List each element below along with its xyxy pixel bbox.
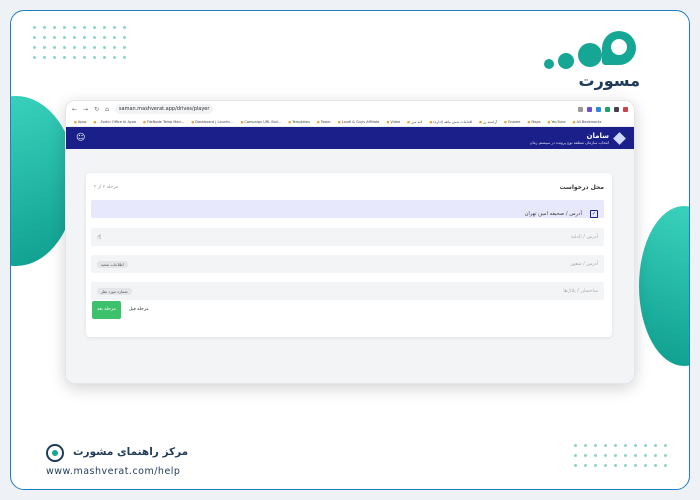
extension-icons xyxy=(578,106,628,112)
bookmark-item[interactable]: Maps xyxy=(527,120,540,124)
extension-icon[interactable] xyxy=(605,106,610,112)
bookmark-item[interactable]: Campaign URL Buil... xyxy=(241,120,281,124)
bookmark-item[interactable]: Gnome xyxy=(504,120,521,124)
bookmarks-bar: Apps ...Fortin Office bi Ayaa FileNode T… xyxy=(66,117,634,127)
extension-icon[interactable] xyxy=(596,106,601,112)
address-field-label: آدرس / شعور xyxy=(570,261,598,267)
mashverat-logo: مسورت xyxy=(544,31,664,91)
address-field-1[interactable]: ☝ آدرس / الدلیة xyxy=(91,228,604,246)
extension-icon[interactable] xyxy=(614,106,619,112)
bookmark-item[interactable]: Video xyxy=(386,120,400,124)
bookmark-item[interactable]: آراسته رز xyxy=(479,120,497,124)
reload-icon[interactable]: ↻ xyxy=(94,106,99,113)
previous-step-button[interactable]: مرحله قبل xyxy=(123,301,154,319)
back-icon[interactable]: ← xyxy=(72,106,77,113)
selected-address-label: آدرس / صحیفه امین تهران xyxy=(524,210,582,217)
headset-icon xyxy=(46,444,64,462)
bookmark-item[interactable]: Apps xyxy=(74,120,87,124)
app-title: سامان xyxy=(586,131,609,140)
profile-icon[interactable] xyxy=(623,106,628,112)
address-field-label: ساختمان / پلاک‌ها xyxy=(563,288,598,294)
card-title: محل درخواست xyxy=(559,183,604,191)
bookmark-item[interactable]: YouTube xyxy=(548,120,565,124)
star-icon[interactable] xyxy=(578,106,583,112)
help-center-url[interactable]: www.mashverat.com/help xyxy=(46,466,180,477)
app-header: ☺ سامان انتخاب سازمان منطقه نوع پرونده د… xyxy=(66,127,634,149)
hand-cursor-icon: ☝ xyxy=(97,233,102,241)
decor-dots-top-left xyxy=(33,26,126,59)
bookmark-item[interactable]: All Bookmarks xyxy=(573,120,601,124)
bookmark-item[interactable]: Tower xyxy=(317,120,331,124)
logo-text: مسورت xyxy=(578,71,640,90)
browser-window: ← → ↻ ⌂ saman.mashverat.app/drives/playe… xyxy=(65,100,635,384)
browser-toolbar: ← → ↻ ⌂ saman.mashverat.app/drives/playe… xyxy=(66,101,634,117)
decor-blob-right xyxy=(639,206,689,366)
bookmark-item[interactable]: Dashboard | Launhc... xyxy=(191,120,233,124)
help-center-title: مرکز راهنمای مشورت xyxy=(73,446,189,458)
bookmark-item[interactable]: Loudl & Guys Affiliate xyxy=(338,120,380,124)
app-subtitle: انتخاب سازمان منطقه نوع پرونده در سیستم … xyxy=(529,139,609,145)
step-indicator: مرحله ۲ از ۳ xyxy=(94,184,119,190)
decor-dots-bottom-right xyxy=(574,444,667,467)
main-content: مرحله ۲ از ۳ محل درخواست آدرس / صحیفه ام… xyxy=(66,149,634,383)
bookmark-item[interactable]: FileNode Temp Mari... xyxy=(143,120,184,124)
forward-icon[interactable]: → xyxy=(83,106,88,113)
number-badge[interactable]: شماره مورد نظر xyxy=(97,287,132,295)
user-icon[interactable]: ☺ xyxy=(76,133,85,143)
address-field-2[interactable]: اطلاعات شعبه آدرس / شعور xyxy=(91,255,604,273)
checkbox-checked-icon[interactable]: ✓ xyxy=(590,209,598,218)
bookmark-item[interactable]: ...Fortin Office bi Ayaa xyxy=(94,120,136,124)
address-field-3[interactable]: شماره مورد نظر ساختمان / پلاک‌ها xyxy=(91,282,604,300)
home-icon[interactable]: ⌂ xyxy=(105,106,109,113)
app-brand: سامان انتخاب سازمان منطقه نوع پرونده در … xyxy=(529,131,626,145)
selected-address-row[interactable]: آدرس / صحیفه امین تهران ✓ xyxy=(91,200,604,218)
extension-icon[interactable] xyxy=(587,106,592,112)
wizard-buttons: مرحله بعد مرحله قبل xyxy=(92,301,154,319)
bookmark-item[interactable]: لایه مرز xyxy=(407,120,422,124)
branch-info-badge[interactable]: اطلاعات شعبه xyxy=(97,260,128,268)
next-step-button[interactable]: مرحله بعد xyxy=(92,301,121,319)
address-bar[interactable]: saman.mashverat.app/drives/player xyxy=(114,104,214,114)
request-location-card: مرحله ۲ از ۳ محل درخواست آدرس / صحیفه ام… xyxy=(86,173,612,337)
cube-icon xyxy=(613,131,626,145)
bookmark-item[interactable]: Templates xyxy=(288,120,310,124)
address-field-label: آدرس / الدلیة xyxy=(570,234,598,240)
bookmark-item[interactable]: اقدامات شش ماهه (اداره) xyxy=(429,120,472,124)
card-header: مرحله ۲ از ۳ محل درخواست xyxy=(86,180,612,194)
